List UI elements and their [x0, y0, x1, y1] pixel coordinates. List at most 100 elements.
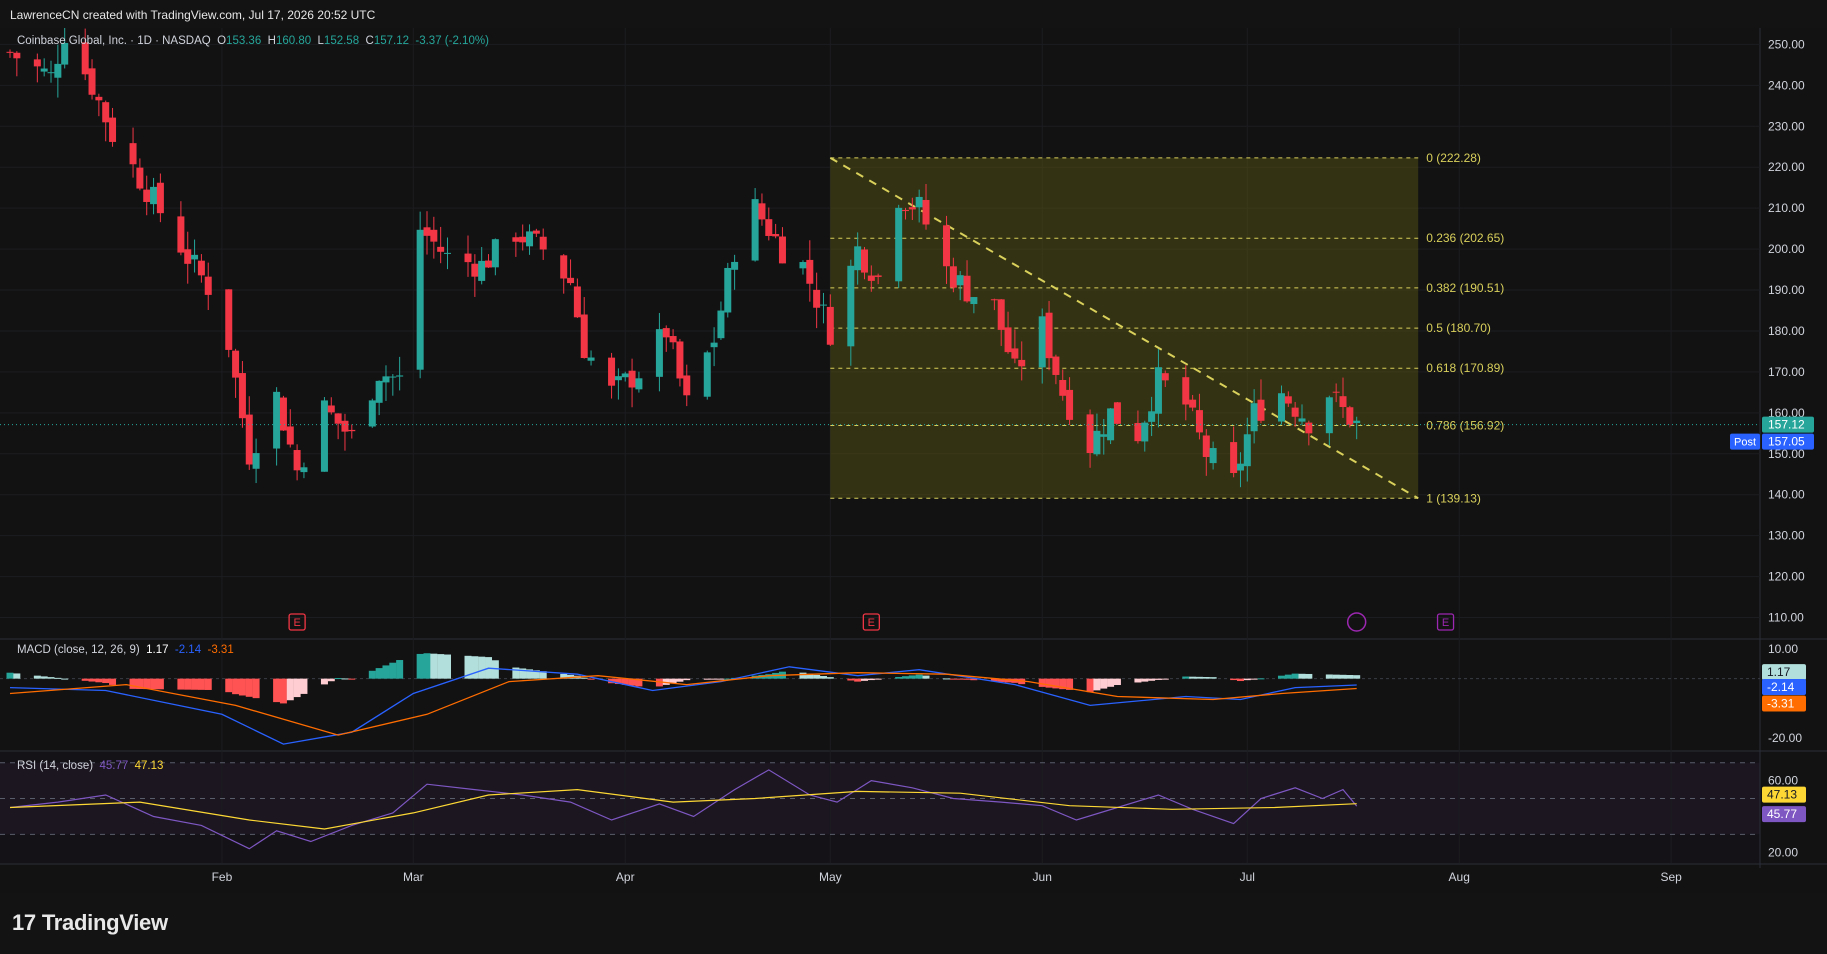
chart-area[interactable]: 0 (222.28) 0.236 (202.65) 0.382 (190.51) 0.…: [0, 28, 1827, 893]
candle-body: [136, 167, 144, 189]
candle-body: [580, 314, 588, 359]
macd-histogram-bar: [238, 678, 246, 696]
candle-body: [197, 260, 205, 276]
price-axis-label: 250.00: [1768, 37, 1805, 51]
candle-body: [478, 260, 486, 281]
candle-body: [819, 304, 827, 306]
rsi-value-tag-text: 47.13: [1767, 788, 1797, 802]
time-axis-label: Feb: [212, 870, 233, 884]
candle-body: [1195, 410, 1203, 433]
candle-body: [895, 207, 903, 282]
macd-histogram-bar: [471, 656, 479, 679]
candle-body: [1038, 316, 1046, 368]
fibonacci-retracement[interactable]: 0 (222.28) 0.236 (202.65) 0.382 (190.51) 0.…: [829, 151, 1504, 505]
candle-body: [88, 68, 96, 95]
candle-body: [860, 249, 868, 273]
macd-histogram-bar: [1038, 678, 1046, 687]
candle-body: [1004, 327, 1012, 353]
candle-body: [416, 229, 424, 370]
macd-histogram-bar: [437, 654, 445, 679]
macd-histogram-bar: [416, 653, 424, 679]
macd-histogram-bar: [191, 678, 199, 690]
macd-histogram-bar: [1045, 678, 1053, 688]
candle-body: [539, 236, 547, 250]
candle-body: [150, 186, 158, 205]
candle-body: [587, 357, 595, 361]
candle-body: [608, 357, 616, 386]
rsi-ma-value: 47.13: [134, 760, 164, 772]
candle-body: [635, 378, 643, 390]
symbol-legend[interactable]: Coinbase Global, Inc. · 1D · NASDAQ O153…: [17, 35, 489, 47]
macd-legend[interactable]: MACD (close, 12, 26, 9) 1.17 -2.14 -3.31: [17, 644, 234, 656]
macd-histogram-bar: [286, 678, 294, 701]
tradingview-logo[interactable]: 17 TradingView: [12, 910, 168, 936]
macd-histogram-bar: [717, 678, 725, 680]
candle-body: [1277, 393, 1285, 422]
macd-histogram-bar: [1291, 673, 1299, 679]
candle-body: [1100, 434, 1108, 437]
rsi-value: 45.77: [99, 760, 129, 772]
macd-histogram-bar: [382, 665, 390, 679]
candle-body: [908, 207, 916, 210]
macd-histogram-bar: [874, 678, 882, 680]
macd-histogram-bar: [1154, 678, 1162, 680]
macd-histogram-bar: [423, 653, 431, 679]
time-axis-label: Sep: [1660, 870, 1682, 884]
macd-histogram-bar: [915, 674, 923, 679]
macd-histogram-bar: [88, 678, 96, 682]
candle-body: [156, 182, 164, 214]
candle-body: [375, 380, 383, 403]
macd-histogram-bar: [334, 678, 342, 680]
macd-histogram-bar: [819, 676, 827, 679]
candle-body: [273, 391, 281, 449]
candle-body: [1332, 391, 1340, 393]
macd-value-tag-text: -3.31: [1767, 696, 1795, 710]
candle-body: [1093, 430, 1101, 455]
price-axis-label: 180.00: [1768, 324, 1805, 338]
candle-body: [1291, 407, 1299, 417]
candle-body: [874, 275, 882, 277]
rsi-axis-label: 20.00: [1768, 845, 1798, 859]
macd-histogram-bar: [102, 678, 110, 684]
candle-body: [703, 352, 711, 397]
candle-body: [95, 96, 103, 101]
macd-histogram-bar: [252, 678, 260, 699]
macd-histogram-bar: [813, 674, 821, 679]
candle-body: [526, 231, 534, 247]
price-axis-label: 120.00: [1768, 570, 1805, 584]
macd-histogram-bar: [847, 678, 855, 681]
macd-histogram-bar: [1161, 678, 1169, 680]
macd-histogram-bar: [922, 675, 930, 679]
fib-level-label: 0.786 (156.92): [1426, 418, 1504, 432]
macd-histogram-bar: [40, 676, 48, 679]
price-axis-label: 220.00: [1768, 160, 1805, 174]
macd-value: -2.14: [174, 644, 202, 656]
candle-body: [1230, 442, 1238, 474]
macd-histogram-bar: [1209, 677, 1217, 679]
price-axis-label: 230.00: [1768, 119, 1805, 133]
tradingview-logo-icon: 17: [12, 910, 36, 935]
candle-body: [765, 219, 773, 236]
candle-body: [560, 255, 568, 279]
macd-histogram-bar: [300, 678, 308, 694]
high-label: H: [267, 35, 276, 47]
candle-body: [1236, 463, 1244, 471]
candle-body: [1243, 434, 1251, 467]
macd-histogram-bar: [895, 676, 903, 679]
macd-histogram-bar: [1305, 673, 1313, 679]
macd-histogram-bar: [1332, 674, 1340, 679]
macd-histogram-bar: [47, 677, 55, 679]
rsi-legend[interactable]: RSI (14, close) 45.77 47.13: [17, 760, 163, 772]
candle-body: [81, 42, 89, 75]
candle-body: [40, 68, 48, 72]
macd-histogram-bar: [854, 678, 862, 682]
earnings-marker-label: E: [868, 617, 875, 629]
macd-histogram-bar: [54, 677, 62, 679]
macd-histogram-bar: [33, 675, 41, 679]
earnings-marker-label: E: [1442, 617, 1449, 629]
time-axis-label: Apr: [616, 870, 635, 884]
candle-body: [1339, 396, 1347, 408]
macd-title: MACD (close, 12, 26, 9): [17, 644, 140, 656]
candle-body: [963, 275, 971, 302]
post-label-text: Post: [1734, 437, 1756, 449]
